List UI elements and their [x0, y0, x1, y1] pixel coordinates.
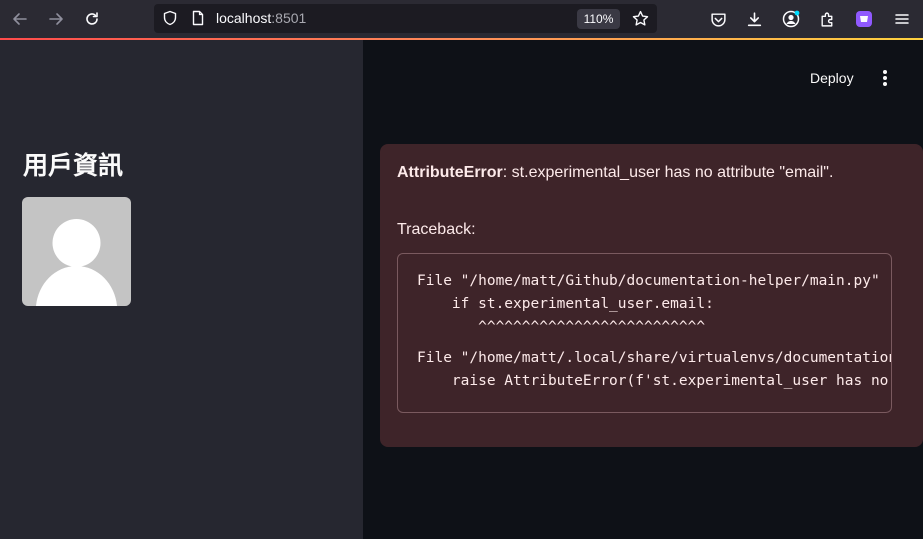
reload-icon	[86, 12, 98, 25]
avatar	[22, 197, 131, 306]
url-text[interactable]: localhost:8501	[216, 10, 306, 26]
traceback-line: raise AttributeError(f'st.experimental_u…	[451, 373, 889, 389]
back-button[interactable]	[8, 7, 32, 31]
error-type: AttributeError	[397, 164, 503, 181]
pocket-icon	[710, 12, 726, 27]
puzzle-icon	[820, 12, 832, 27]
traceback-code-block[interactable]: File "/home/matt/Github/documentation-he…	[397, 253, 892, 413]
pocket-button[interactable]	[706, 7, 730, 31]
url-port: :8501	[271, 10, 307, 26]
page-icon[interactable]	[190, 10, 206, 26]
arrow-right-icon	[49, 13, 63, 25]
user-avatar-icon	[36, 219, 117, 306]
error-detail: : st.experimental_user has no attribute …	[502, 164, 834, 181]
traceback-line: File "/home/matt/Github/documentation-he…	[417, 273, 880, 289]
arrow-left-icon	[13, 13, 27, 25]
url-host: localhost	[216, 10, 272, 26]
traceback-line: File "/home/matt/.local/share/virtualenv…	[417, 350, 892, 366]
kebab-dot-icon	[883, 82, 887, 86]
kebab-dot-icon	[883, 70, 887, 74]
kebab-dot-icon	[883, 76, 887, 80]
reload-button[interactable]	[80, 7, 104, 31]
forward-button[interactable]	[44, 7, 68, 31]
extensions-button[interactable]	[815, 7, 839, 31]
shield-icon[interactable]	[162, 10, 178, 26]
traceback-line: if st.experimental_user.email:	[417, 296, 714, 312]
star-icon[interactable]	[632, 10, 649, 27]
extension-icon	[856, 11, 872, 27]
account-button[interactable]	[779, 7, 803, 31]
main-menu-button[interactable]	[879, 68, 891, 88]
sidebar-title: 用戶資訊	[23, 151, 124, 180]
main-content: Deploy AttributeError: st.experimental_u…	[363, 40, 923, 539]
zoom-level-button[interactable]: 110%	[577, 9, 620, 29]
downloads-button[interactable]	[742, 7, 766, 31]
account-icon	[782, 10, 800, 28]
error-message: AttributeError: st.experimental_user has…	[397, 164, 833, 182]
extension-purple-button[interactable]	[852, 7, 876, 31]
error-alert: AttributeError: st.experimental_user has…	[380, 144, 923, 447]
app-menu-button[interactable]	[890, 7, 914, 31]
browser-toolbar: localhost:8501 110%	[0, 0, 923, 38]
url-bar[interactable]: localhost:8501 110%	[154, 4, 657, 33]
traceback-line: ^^^^^^^^^^^^^^^^^^^^^^^^^^	[417, 319, 706, 335]
download-icon	[747, 11, 761, 26]
hamburger-menu-icon	[895, 14, 909, 24]
deploy-button[interactable]: Deploy	[810, 70, 854, 86]
sidebar: 用戶資訊	[0, 40, 363, 539]
traceback-label: Traceback:	[397, 221, 476, 238]
